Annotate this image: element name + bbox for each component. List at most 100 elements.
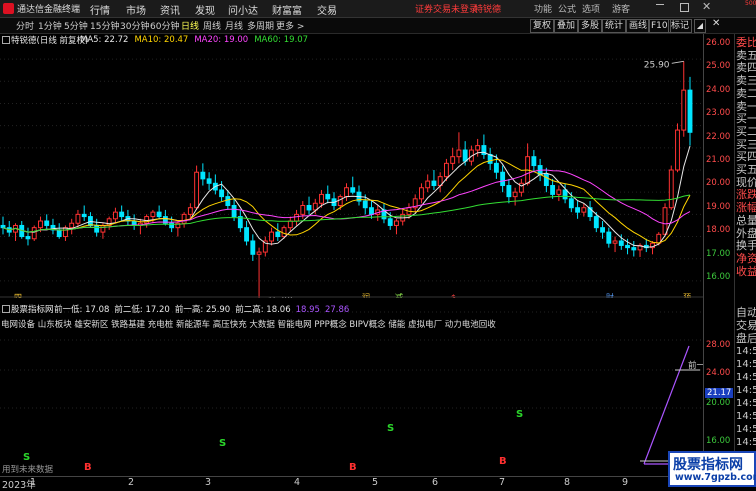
menu-formula[interactable]: 公式	[558, 2, 576, 15]
candle-body	[38, 220, 43, 229]
candle-body	[668, 169, 674, 209]
candle-body	[225, 196, 231, 206]
candle-body	[631, 247, 637, 251]
menu-shichang[interactable]: 市场	[126, 2, 146, 17]
watermark-title: 股票指标网	[673, 457, 743, 473]
candle-body	[419, 187, 424, 200]
period-1min[interactable]: 1分钟	[38, 19, 62, 32]
time-label: 4	[294, 477, 301, 488]
minimize-icon[interactable]	[656, 4, 664, 5]
menu-wenxiaoda[interactable]: 问小达	[228, 2, 258, 17]
period-30min[interactable]: 30分钟	[120, 19, 149, 32]
menu-hangqing[interactable]: 行情	[90, 2, 110, 17]
tick-time-6: 14:5	[736, 424, 756, 435]
corner-value: 500	[745, 0, 756, 7]
maximize-icon[interactable]	[680, 3, 689, 12]
btn-fuquan[interactable]: 复权	[530, 19, 555, 33]
guest-user[interactable]: 游客	[612, 2, 630, 15]
indicator-toggle-icon[interactable]	[2, 305, 10, 313]
menu-zixun[interactable]: 资讯	[160, 2, 180, 17]
candle-body	[362, 200, 368, 209]
time-label: 9	[622, 477, 629, 488]
candle-body	[200, 171, 206, 180]
candle-body	[512, 191, 518, 198]
signal-b: B	[84, 462, 92, 473]
indicator-legend-item-5: 27.86	[324, 305, 350, 315]
stock-link[interactable]: 特锐德	[474, 2, 501, 15]
candle-body	[581, 207, 587, 213]
app-logo-icon	[3, 3, 14, 14]
price-tick: 26.00	[706, 38, 731, 48]
menu-jiaoyi[interactable]: 交易	[317, 2, 337, 17]
time-label: 5	[372, 477, 379, 488]
candle-body	[506, 185, 512, 198]
indicator-trend-line	[643, 345, 690, 465]
candle-body	[75, 213, 81, 224]
tick-time-2: 14:5	[736, 372, 756, 383]
ma5-line	[2, 145, 691, 248]
candle-body	[181, 213, 187, 224]
candle-body	[450, 156, 456, 164]
price-tick: 21.00	[706, 155, 731, 165]
candle-body	[294, 213, 299, 222]
toolbar-more-icon[interactable]: ◢	[694, 19, 706, 33]
candle-body	[543, 173, 549, 187]
candle-body	[369, 207, 374, 215]
candle-body	[206, 178, 212, 184]
side-tab-2[interactable]: 盘后	[736, 330, 756, 346]
indicator-legend: 股票指标网 前一低: 17.08 前二低: 17.20 前一高: 25.90 前二高:…	[0, 303, 702, 315]
period-weekly[interactable]: 周线	[203, 19, 221, 32]
price-axis: 26.00 25.00 24.00 23.00 22.00 21.00 20.0…	[703, 34, 735, 476]
signal-b: B	[499, 456, 507, 467]
trade-login-warning[interactable]: 证券交易未登录	[415, 2, 478, 15]
candle-body	[81, 213, 87, 218]
period-multi[interactable]: 多周期	[247, 19, 274, 32]
app-title: 通达信金融终端	[17, 5, 81, 15]
indicator-name: 股票指标网	[11, 305, 54, 315]
candle-body	[431, 180, 437, 187]
period-fenshi[interactable]: 分时	[16, 19, 34, 32]
candle-body	[94, 224, 100, 233]
menu-options[interactable]: 选项	[582, 2, 600, 15]
candle-body	[306, 204, 312, 211]
candle-body	[387, 218, 393, 226]
price-tick: 22.00	[706, 132, 731, 142]
period-5min[interactable]: 5分钟	[64, 19, 88, 32]
candle-body	[269, 231, 274, 242]
candle-body	[662, 207, 668, 235]
panel-close-icon[interactable]: ✕	[712, 18, 720, 29]
concept-list: 电网设备 山东板块 雄安新区 铁路基建 充电桩 新能源车 高压快充 大数据 智能…	[1, 320, 496, 330]
candle-body	[618, 240, 624, 246]
candle-body	[612, 240, 618, 244]
candle-body	[150, 211, 156, 218]
tick-time-3: 14:5	[736, 385, 756, 396]
close-icon[interactable]: ✕	[702, 0, 711, 13]
candle-body	[568, 198, 574, 209]
period-monthly[interactable]: 月线	[225, 19, 243, 32]
period-toolbar: 分时 1分钟 5分钟 15分钟 30分钟 60分钟 日线 周线 月线 多周期 更…	[0, 18, 756, 34]
candle-body	[531, 156, 537, 167]
price-tick: 20.00	[706, 178, 731, 188]
btn-huaxian[interactable]: 画线	[626, 19, 651, 33]
btn-biaoji[interactable]: 标记	[668, 19, 693, 33]
menu-functions[interactable]: 功能	[534, 2, 552, 15]
menu-caifu[interactable]: 财富富	[272, 2, 302, 17]
indicator-legend-item-3: 前二高: 18.06	[235, 305, 291, 315]
period-60min[interactable]: 60分钟	[150, 19, 179, 32]
period-15min[interactable]: 15分钟	[90, 19, 119, 32]
btn-diejia[interactable]: 叠加	[554, 19, 579, 33]
btn-tongji[interactable]: 统计	[602, 19, 627, 33]
candle-body	[325, 193, 331, 200]
candle-body	[681, 89, 687, 131]
indicator-legend-item-4: 18.95	[295, 305, 320, 315]
period-more[interactable]: 更多 >	[276, 19, 304, 32]
time-label: 3	[205, 477, 212, 488]
menu-faxian[interactable]: 发现	[195, 2, 215, 17]
signal-s: S	[23, 452, 30, 463]
candle-body	[25, 236, 31, 240]
btn-duogu[interactable]: 多股	[578, 19, 603, 33]
candlestick-chart[interactable]: 25.9015.00四润减$财预	[0, 34, 703, 298]
period-daily[interactable]: 日线	[181, 19, 199, 32]
signal-s: S	[387, 423, 394, 434]
indicator-legend-item-0: 前一低: 17.08	[54, 305, 110, 315]
